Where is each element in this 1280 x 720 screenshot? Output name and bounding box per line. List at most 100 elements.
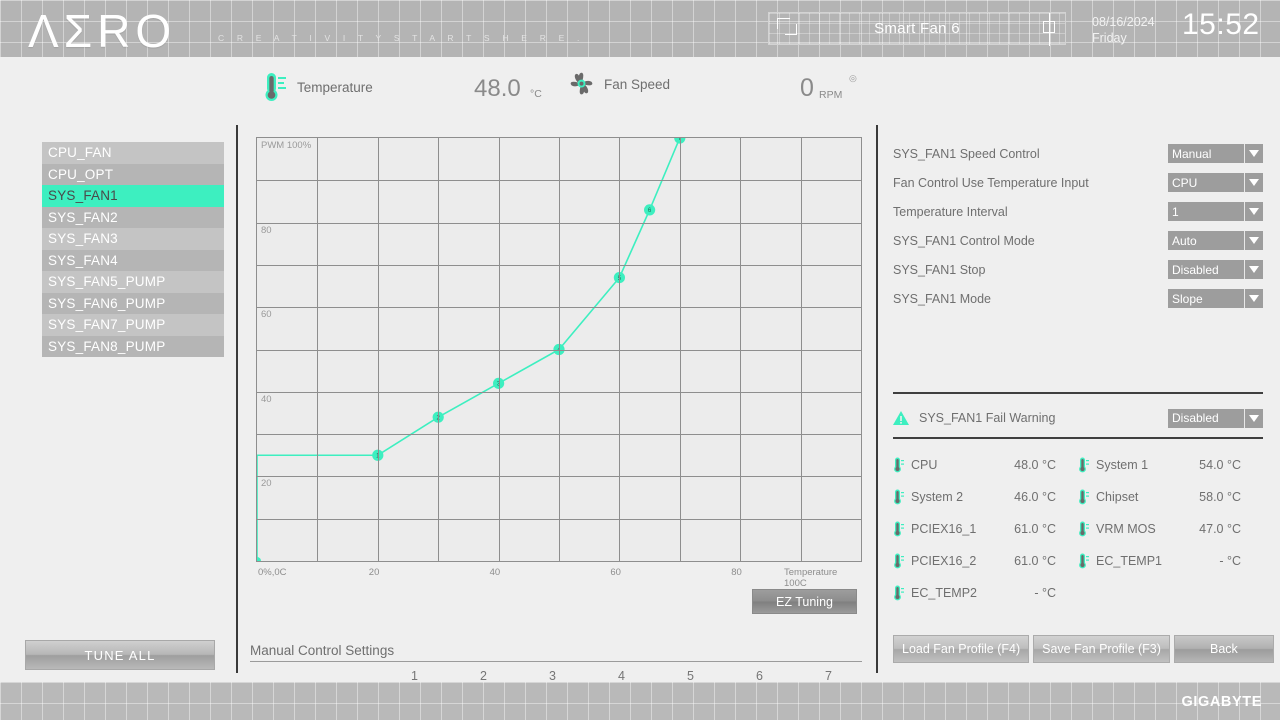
fail-warning-value: Disabled bbox=[1172, 411, 1219, 425]
gigabyte-logo: GIGABYTE bbox=[1181, 694, 1262, 710]
fan-list-item-sys_fan1[interactable]: SYS_FAN1 bbox=[42, 185, 224, 207]
rpm-degree-icon: ◎ bbox=[849, 73, 857, 83]
manual-control-column-header: 6 bbox=[756, 668, 763, 683]
setting-dropdown[interactable]: Manual bbox=[1168, 144, 1263, 163]
header-time: 15:52 bbox=[1182, 8, 1260, 41]
bios-screen: ΛΣRO C R E A T I V I T Y S T A R T S H E… bbox=[0, 0, 1280, 720]
fail-warning-row[interactable]: SYS_FAN1 Fail Warning Disabled bbox=[893, 407, 1263, 429]
setting-row: Temperature Interval 1 bbox=[893, 197, 1263, 226]
sensor-name: System 2 bbox=[911, 490, 964, 504]
rpm-value: 0 bbox=[800, 74, 814, 102]
fail-warning-dropdown[interactable]: Disabled bbox=[1168, 408, 1263, 428]
ez-tuning-button[interactable]: EZ Tuning bbox=[752, 589, 857, 614]
footer-bar bbox=[0, 682, 1280, 720]
thermometer-icon bbox=[265, 73, 286, 101]
setting-row: SYS_FAN1 Speed Control Manual bbox=[893, 139, 1263, 168]
chevron-down-icon bbox=[1244, 231, 1263, 250]
back-button[interactable]: Back bbox=[1173, 635, 1274, 663]
warning-divider-bottom bbox=[893, 437, 1263, 439]
fan-list-item-cpu_opt[interactable]: CPU_OPT bbox=[42, 163, 224, 185]
load-fan-profile-button[interactable]: Load Fan Profile (F4) bbox=[893, 635, 1030, 663]
setting-label: Fan Control Use Temperature Input bbox=[893, 175, 1089, 190]
chevron-down-icon bbox=[1244, 144, 1263, 163]
sensor-row: PCIEX16_1 61.0 °C VRM MOS 47.0 °C bbox=[893, 513, 1263, 545]
setting-label: SYS_FAN1 Control Mode bbox=[893, 233, 1035, 248]
sensor-reading: VRM MOS 47.0 °C bbox=[1078, 521, 1263, 537]
fan-list-item-sys_fan8_pump[interactable]: SYS_FAN8_PUMP bbox=[42, 335, 224, 357]
chart-gridline-h bbox=[257, 222, 861, 224]
fan-list-item-sys_fan4[interactable]: SYS_FAN4 bbox=[42, 249, 224, 271]
sensor-value: 54.0 °C bbox=[1199, 458, 1241, 472]
right-divider bbox=[876, 125, 878, 673]
setting-row: SYS_FAN1 Mode Slope bbox=[893, 284, 1263, 313]
sensor-value: - °C bbox=[1034, 586, 1056, 600]
chart-gridline-h bbox=[257, 307, 861, 309]
sensor-reading: PCIEX16_1 61.0 °C bbox=[893, 521, 1078, 537]
sensor-row: PCIEX16_2 61.0 °C EC_TEMP1 - °C bbox=[893, 545, 1263, 577]
chart-plot-area[interactable]: 1234567 bbox=[256, 137, 862, 562]
manual-control-column-header: 2 bbox=[480, 668, 487, 683]
chart-x-tick: 20 bbox=[368, 567, 380, 578]
fail-warning-label: SYS_FAN1 Fail Warning bbox=[919, 411, 1056, 425]
sensor-value: 46.0 °C bbox=[1014, 490, 1056, 504]
chart-x-tick: 60 bbox=[610, 567, 621, 578]
save-fan-profile-button[interactable]: Save Fan Profile (F3) bbox=[1033, 635, 1170, 663]
fan-list-item-sys_fan3[interactable]: SYS_FAN3 bbox=[42, 228, 224, 250]
thermometer-icon bbox=[1079, 553, 1089, 569]
sensor-reading: EC_TEMP2 - °C bbox=[893, 585, 1078, 601]
setting-dropdown[interactable]: 1 bbox=[1168, 202, 1263, 221]
left-divider bbox=[236, 125, 238, 673]
manual-control-column-header: 4 bbox=[618, 668, 625, 683]
tune-all-button[interactable]: TUNE ALL bbox=[25, 640, 215, 670]
thermometer-icon bbox=[1079, 489, 1089, 505]
sensor-reading: PCIEX16_2 61.0 °C bbox=[893, 553, 1078, 569]
fan-list-item-sys_fan7_pump[interactable]: SYS_FAN7_PUMP bbox=[42, 314, 224, 336]
chart-x-tick: Temperature 100C bbox=[784, 567, 838, 589]
chart-y-tick: 80 bbox=[261, 224, 272, 236]
fan-list-item-cpu_fan[interactable]: CPU_FAN bbox=[42, 142, 224, 164]
warning-divider-top bbox=[893, 392, 1263, 394]
fan-icon bbox=[570, 72, 593, 95]
setting-dropdown[interactable]: Slope bbox=[1168, 289, 1263, 308]
header-bar: ΛΣRO C R E A T I V I T Y S T A R T S H E… bbox=[0, 0, 1280, 57]
thermometer-icon bbox=[1079, 521, 1089, 537]
thermometer-icon bbox=[894, 457, 904, 473]
fan-list-item-sys_fan5_pump[interactable]: SYS_FAN5_PUMP bbox=[42, 271, 224, 293]
setting-row: Fan Control Use Temperature Input CPU bbox=[893, 168, 1263, 197]
header-weekday: Friday bbox=[1092, 31, 1127, 45]
setting-label: SYS_FAN1 Mode bbox=[893, 291, 991, 306]
setting-dropdown[interactable]: Disabled bbox=[1168, 260, 1263, 279]
sensor-reading: Chipset 58.0 °C bbox=[1078, 489, 1263, 505]
sensor-value: 58.0 °C bbox=[1199, 490, 1241, 504]
setting-dropdown[interactable]: CPU bbox=[1168, 173, 1263, 192]
chevron-down-icon bbox=[1244, 173, 1263, 192]
curve-origin-point[interactable] bbox=[257, 557, 261, 561]
sensor-value: - °C bbox=[1219, 554, 1241, 568]
chart-gridline-h bbox=[257, 434, 861, 436]
sensor-name: System 1 bbox=[1096, 458, 1149, 472]
manual-control-column-header: 7 bbox=[825, 668, 832, 683]
sensor-name: PCIEX16_1 bbox=[911, 522, 977, 536]
sensor-reading: System 2 46.0 °C bbox=[893, 489, 1078, 505]
setting-value: Auto bbox=[1172, 233, 1197, 248]
chevron-down-icon bbox=[1244, 202, 1263, 221]
chart-y-tick: 20 bbox=[261, 478, 272, 490]
sensor-reading: CPU 48.0 °C bbox=[893, 457, 1078, 473]
fan-list-item-sys_fan6_pump[interactable]: SYS_FAN6_PUMP bbox=[42, 292, 224, 314]
temperature-unit: °C bbox=[530, 88, 542, 100]
setting-value: Manual bbox=[1172, 146, 1212, 161]
sensor-row: EC_TEMP2 - °C bbox=[893, 577, 1263, 609]
setting-dropdown[interactable]: Auto bbox=[1168, 231, 1263, 250]
thermometer-icon bbox=[894, 489, 904, 505]
fan-list[interactable]: CPU_FAN CPU_OPT SYS_FAN1 SYS_FAN2 SYS_FAN3 SY… bbox=[42, 142, 224, 357]
fan-settings-list[interactable]: SYS_FAN1 Speed Control Manual Fan Control … bbox=[893, 139, 1263, 313]
fan-curve-chart[interactable]: 1234567 PWM 100% 80 60 40 20 0%,0C 20 40 60 80 Te… bbox=[256, 137, 862, 619]
header-date: 08/16/2024 bbox=[1092, 15, 1155, 29]
chart-gridline-h bbox=[257, 518, 861, 520]
sensor-reading: EC_TEMP1 - °C bbox=[1078, 553, 1263, 569]
chart-x-tick: 40 bbox=[489, 567, 501, 578]
fan-list-item-sys_fan2[interactable]: SYS_FAN2 bbox=[42, 206, 224, 228]
chart-gridline-h bbox=[257, 476, 861, 478]
sensor-name: EC_TEMP1 bbox=[1096, 554, 1162, 568]
thermometer-icon bbox=[894, 521, 904, 537]
